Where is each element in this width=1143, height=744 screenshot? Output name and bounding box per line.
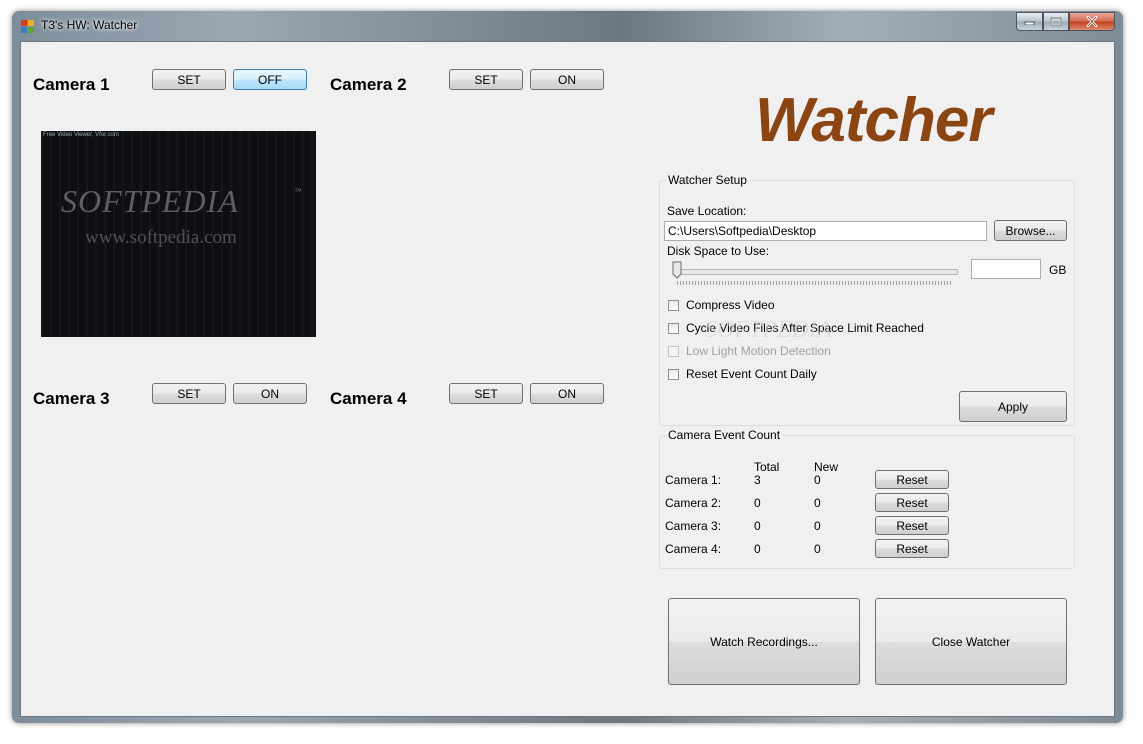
- event-row-new: 0: [814, 542, 821, 556]
- new-header: New: [814, 460, 839, 474]
- reset-camera-4-button[interactable]: Reset: [875, 539, 949, 558]
- app-icon: [21, 20, 34, 33]
- close-window-button[interactable]: [1069, 12, 1115, 31]
- title-bar[interactable]: T3's HW: Watcher: [12, 11, 1123, 41]
- softpedia-logo-text: SOFTPEDIA: [61, 183, 239, 219]
- window-controls: [1016, 12, 1115, 31]
- camera-1-preview: Free Video Viewer, Vfor.com SOFTPEDIA ™ …: [41, 131, 316, 337]
- event-row-camera: Camera 2:: [665, 496, 722, 510]
- camera-3-label: Camera 3: [33, 389, 110, 408]
- slider-ticks: [677, 281, 953, 285]
- checkbox-box: [668, 345, 679, 357]
- disk-space-input[interactable]: [971, 259, 1041, 279]
- watcher-setup-title: Watcher Setup: [666, 173, 749, 187]
- watch-recordings-button[interactable]: Watch Recordings...: [668, 598, 860, 685]
- camera-1-toggle-button[interactable]: OFF: [233, 69, 307, 90]
- disk-space-label: Disk Space to Use:: [667, 244, 770, 258]
- camera-4-toggle-button[interactable]: ON: [530, 383, 604, 404]
- event-row-new: 0: [814, 519, 821, 533]
- checkbox-label: Reset Event Count Daily: [686, 367, 817, 381]
- camera-2-toggle-button[interactable]: ON: [530, 69, 604, 90]
- video-overlay-text: Free Video Viewer, Vfor.com: [43, 132, 119, 138]
- camera-4-label: Camera 4: [330, 389, 407, 408]
- app-heading: Watcher: [755, 86, 992, 155]
- trademark-mark: ™: [294, 187, 302, 196]
- event-row-camera: Camera 4:: [665, 542, 722, 556]
- close-icon: [1086, 16, 1098, 27]
- disk-space-unit: GB: [1049, 263, 1067, 277]
- app-window: T3's HW: Watcher Camera 1 SET OFF Camera…: [12, 11, 1123, 723]
- softpedia-url-text: www.softpedia.com: [85, 227, 237, 248]
- checkbox-label: Compress Video: [686, 298, 775, 312]
- low-light-detection-checkbox: Low Light Motion Detection: [668, 344, 831, 358]
- camera-4-set-button[interactable]: SET: [449, 383, 523, 404]
- reset-camera-2-button[interactable]: Reset: [875, 493, 949, 512]
- event-row-total: 0: [754, 496, 761, 510]
- watcher-setup-group: Watcher Setup Save Location: C:\Users\So…: [659, 173, 1075, 426]
- window-title: T3's HW: Watcher: [41, 18, 138, 32]
- main-panel: Camera 1 SET OFF Camera 2 SET ON Free Vi…: [20, 41, 1115, 717]
- event-row-camera: Camera 1:: [665, 473, 722, 487]
- event-row-total: 0: [754, 519, 761, 533]
- minimize-icon: [1024, 21, 1035, 25]
- checkbox-box[interactable]: [668, 368, 679, 380]
- save-location-input[interactable]: C:\Users\Softpedia\Desktop: [664, 221, 987, 241]
- total-header: Total: [754, 460, 780, 474]
- checkbox-box[interactable]: [668, 299, 679, 311]
- disk-space-slider-track[interactable]: [674, 269, 958, 275]
- maximize-button[interactable]: [1043, 12, 1069, 31]
- disk-space-slider-thumb[interactable]: [672, 261, 682, 279]
- event-count-title: Camera Event Count: [666, 428, 783, 442]
- event-row-camera: Camera 3:: [665, 519, 722, 533]
- camera-1-set-button[interactable]: SET: [152, 69, 226, 90]
- maximize-icon: [1050, 16, 1062, 27]
- camera-2-set-button[interactable]: SET: [449, 69, 523, 90]
- camera-1-label: Camera 1: [33, 75, 110, 94]
- event-row-total: 0: [754, 542, 761, 556]
- watermark-text: SOFTPEDIA: [705, 317, 832, 343]
- camera-2-label: Camera 2: [330, 75, 407, 94]
- camera-3-toggle-button[interactable]: ON: [233, 383, 307, 404]
- minimize-button[interactable]: [1016, 12, 1043, 31]
- camera-3-set-button[interactable]: SET: [152, 383, 226, 404]
- close-watcher-button[interactable]: Close Watcher: [875, 598, 1067, 685]
- reset-camera-1-button[interactable]: Reset: [875, 470, 949, 489]
- event-row-new: 0: [814, 496, 821, 510]
- event-row-new: 0: [814, 473, 821, 487]
- checkbox-box[interactable]: [668, 322, 679, 334]
- event-row-total: 3: [754, 473, 761, 487]
- compress-video-checkbox[interactable]: Compress Video: [668, 298, 775, 312]
- event-count-group: Camera Event Count Total New Camera 1: 3…: [659, 428, 1075, 569]
- apply-button[interactable]: Apply: [959, 391, 1067, 422]
- save-location-label: Save Location:: [667, 204, 747, 218]
- browse-button[interactable]: Browse...: [994, 220, 1067, 241]
- reset-count-daily-checkbox[interactable]: Reset Event Count Daily: [668, 367, 817, 381]
- reset-camera-3-button[interactable]: Reset: [875, 516, 949, 535]
- checkbox-label: Low Light Motion Detection: [686, 344, 831, 358]
